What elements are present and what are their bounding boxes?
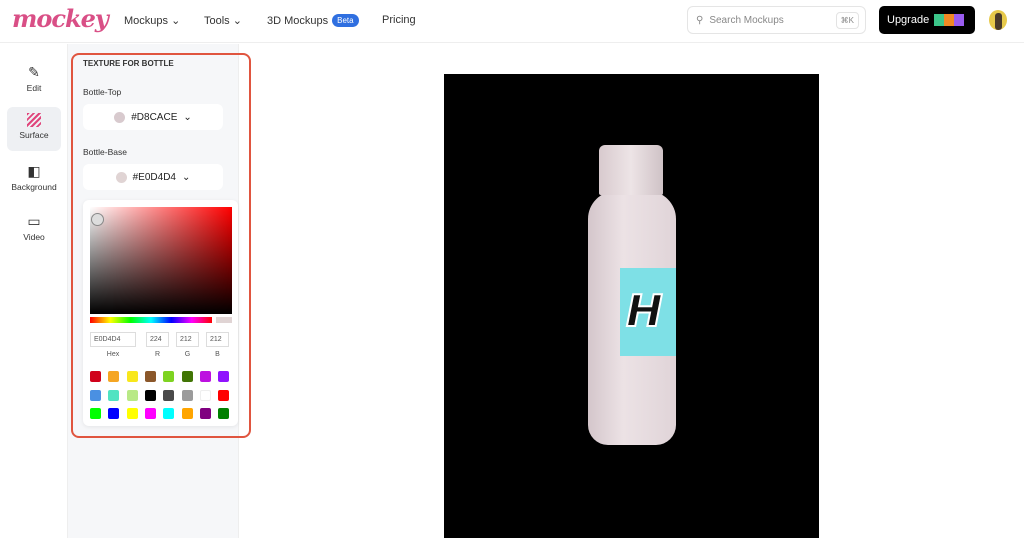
gems-icon (934, 14, 965, 26)
r-label: R (154, 351, 161, 358)
color-preview (216, 317, 232, 323)
color-swatch[interactable] (163, 408, 175, 419)
rail-video[interactable]: ▭ Video (7, 207, 61, 251)
color-swatch[interactable] (218, 371, 230, 382)
r-input[interactable]: 224 (146, 332, 169, 347)
color-swatch[interactable] (218, 389, 230, 401)
color-swatch[interactable] (144, 408, 156, 419)
bottle-label-graphic: H (620, 268, 676, 356)
color-swatch[interactable] (181, 371, 193, 382)
color-swatch[interactable] (90, 389, 101, 401)
color-swatch[interactable] (144, 371, 156, 382)
label-text: H (625, 285, 664, 338)
mockup-canvas[interactable]: H (444, 74, 819, 538)
color-swatch[interactable] (199, 408, 211, 419)
bottle-top-color-select[interactable]: #D8CACE ⌄ (83, 104, 223, 130)
color-swatch[interactable] (163, 389, 175, 401)
color-swatch[interactable] (90, 408, 101, 419)
nav-3d-label: 3D Mockups (267, 14, 329, 27)
color-swatch[interactable] (90, 371, 101, 382)
texture-icon (27, 113, 41, 127)
color-swatch[interactable] (126, 371, 138, 382)
avatar[interactable] (989, 10, 1007, 30)
chevron-down-icon: ⌄ (181, 171, 191, 183)
rail-label: Surface (19, 130, 49, 140)
saturation-handle[interactable] (91, 213, 104, 226)
color-swatch[interactable] (144, 389, 156, 401)
color-swatch[interactable] (163, 371, 175, 382)
chevron-down-icon: ⌄ (183, 111, 192, 123)
hex-label: Hex (106, 351, 120, 358)
nav-tools[interactable]: Tools ⌄ (204, 14, 242, 27)
color-swatch[interactable] (181, 389, 193, 401)
upgrade-label: Upgrade (887, 14, 930, 26)
bottle-top-label: Bottle-Top (83, 87, 122, 97)
b-input[interactable]: 212 (206, 332, 229, 347)
search-placeholder: Search Mockups (709, 14, 784, 26)
nav-mockups[interactable]: Mockups ⌄ (124, 14, 180, 27)
color-dot (114, 111, 126, 123)
rail-label: Background (11, 182, 57, 192)
shortcut-hint: ⌘K (835, 12, 859, 29)
search-input[interactable]: ⚲ Search Mockups ⌘K (687, 6, 866, 34)
color-swatch[interactable] (181, 408, 193, 419)
rail-edit[interactable]: ✎ Edit (7, 58, 61, 102)
g-label: G (184, 351, 191, 358)
color-swatch[interactable] (199, 371, 211, 382)
upgrade-button[interactable]: Upgrade (879, 6, 975, 34)
hue-slider[interactable] (90, 317, 212, 323)
color-swatch[interactable] (199, 389, 211, 401)
saturation-area[interactable] (90, 207, 232, 314)
beta-badge: Beta (332, 14, 359, 27)
color-value: #D8CACE (131, 111, 178, 123)
bottle-base-label: Bottle-Base (83, 147, 127, 157)
color-dot (115, 171, 127, 183)
nav-3d-mockups[interactable]: 3D Mockups Beta (267, 14, 359, 27)
rail-label: Video (23, 232, 45, 242)
b-label: B (215, 351, 220, 358)
color-swatch[interactable] (108, 408, 120, 419)
panel-title: TEXTURE FOR BOTTLE (83, 59, 174, 68)
g-input[interactable]: 212 (176, 332, 199, 347)
color-value: #E0D4D4 (132, 171, 176, 183)
video-icon: ▭ (27, 213, 41, 229)
rail-label: Edit (26, 83, 42, 93)
bottle-top[interactable] (599, 145, 663, 195)
hex-input[interactable]: E0D4D4 (90, 332, 136, 347)
tool-rail: ✎ Edit Surface ◧ Background ▭ Video (0, 44, 68, 538)
color-picker: E0D4D4 224 212 212 Hex R G B (83, 200, 238, 426)
color-swatch[interactable] (218, 408, 230, 419)
background-icon: ◧ (27, 163, 41, 179)
nav-pricing[interactable]: Pricing (382, 14, 416, 26)
color-swatch[interactable] (108, 371, 120, 382)
color-swatch[interactable] (126, 389, 138, 401)
search-icon: ⚲ (696, 14, 704, 26)
color-swatch[interactable] (108, 389, 120, 401)
bottle-base-color-select[interactable]: #E0D4D4 ⌄ (83, 164, 223, 190)
color-swatch[interactable] (126, 408, 138, 419)
rail-background[interactable]: ◧ Background (7, 157, 61, 201)
pencil-icon: ✎ (28, 64, 40, 80)
rail-surface[interactable]: Surface (7, 107, 61, 151)
logo[interactable]: mockey (12, 4, 109, 33)
top-nav: mockey Mockups ⌄ Tools ⌄ 3D Mockups Beta … (0, 0, 1024, 43)
